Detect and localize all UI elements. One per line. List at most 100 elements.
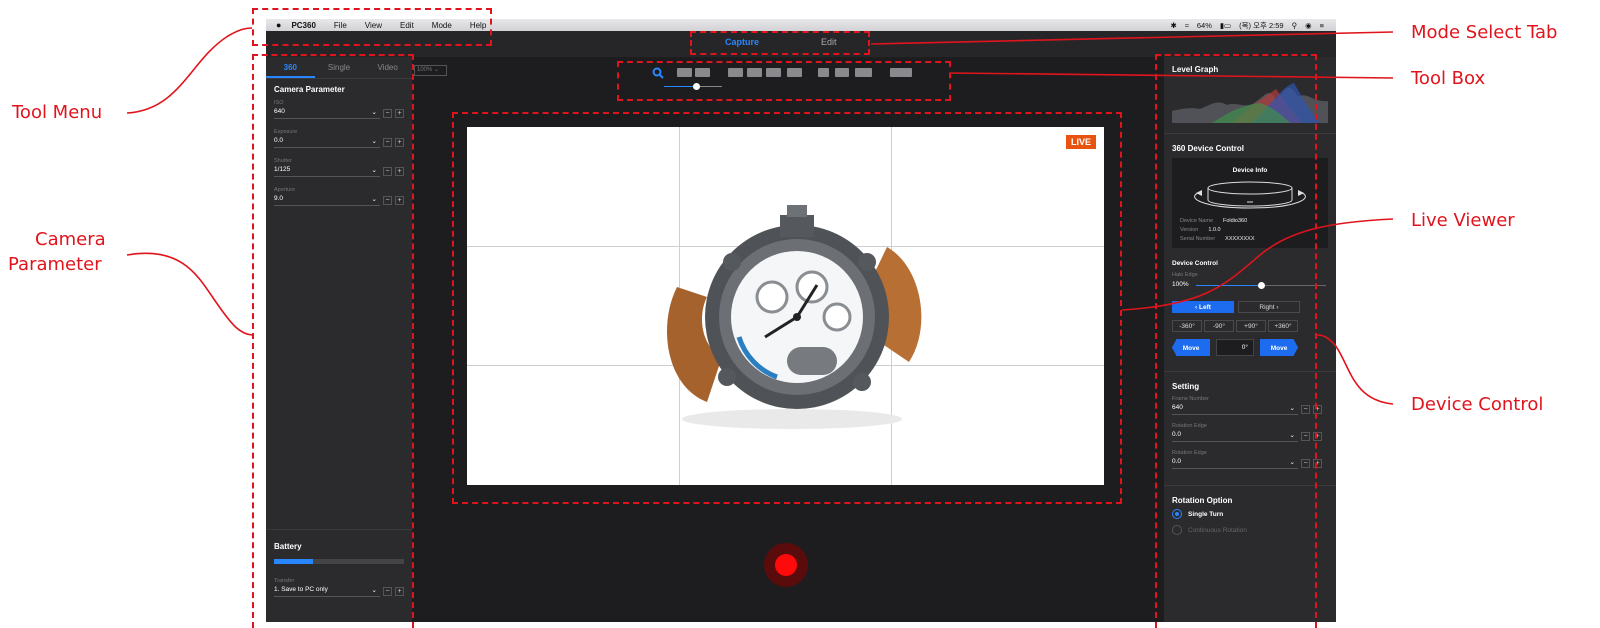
iso-decrease-button[interactable]: − bbox=[383, 109, 392, 118]
record-icon bbox=[775, 554, 797, 576]
param-aperture: Aperture 9.0 ⌄ − + bbox=[274, 187, 404, 206]
chevron-down-icon: ⌄ bbox=[371, 138, 377, 145]
device-info-title: Device Info bbox=[1232, 167, 1268, 174]
split-vertical-icon[interactable] bbox=[677, 68, 692, 77]
rotation-edge-2-decrease-button[interactable]: − bbox=[1301, 459, 1310, 468]
turntable-rotate-icon bbox=[1194, 181, 1306, 209]
chevron-down-icon: ⌄ bbox=[1289, 405, 1295, 412]
menu-mode[interactable]: Mode bbox=[432, 21, 452, 30]
menu-help[interactable]: Help bbox=[470, 21, 486, 30]
exposure-decrease-button[interactable]: − bbox=[383, 138, 392, 147]
record-button[interactable] bbox=[764, 543, 808, 587]
menu-clock[interactable]: (목) 오후 2:59 bbox=[1239, 20, 1283, 31]
aperture-select[interactable]: 9.0 ⌄ bbox=[274, 195, 380, 206]
angle-plus-360-button[interactable]: +360° bbox=[1268, 320, 1298, 332]
setting-frame-number: Frame Number 640 ⌄ − + bbox=[1172, 396, 1322, 415]
angle-minus-360-button[interactable]: -360° bbox=[1172, 320, 1202, 332]
camera-parameter-title: Camera Parameter bbox=[274, 85, 345, 94]
ratio-4-3-icon[interactable] bbox=[835, 68, 849, 77]
menu-view[interactable]: View bbox=[365, 21, 382, 30]
live-badge: LIVE bbox=[1065, 135, 1096, 149]
angle-plus-90-button[interactable]: +90° bbox=[1236, 320, 1266, 332]
tab-edit[interactable]: Edit bbox=[821, 37, 837, 47]
spotlight-search-icon[interactable]: ⚲ bbox=[1292, 21, 1298, 30]
rotation-edge-2-increase-button[interactable]: + bbox=[1313, 459, 1322, 468]
tab-360[interactable]: 360 bbox=[266, 57, 315, 78]
single-turn-label[interactable]: Single Turn bbox=[1188, 511, 1223, 518]
iso-increase-button[interactable]: + bbox=[395, 109, 404, 118]
focus-point-icon[interactable] bbox=[890, 68, 912, 77]
frame-number-select[interactable]: 640 ⌄ bbox=[1172, 404, 1298, 415]
toolbox-slider[interactable] bbox=[664, 83, 722, 90]
transfer-label: Transfer bbox=[274, 578, 295, 584]
tab-video[interactable]: Video bbox=[363, 57, 412, 78]
halo-edge-slider[interactable] bbox=[1196, 282, 1326, 289]
zoom-select[interactable]: 100% ⌄ bbox=[414, 65, 447, 76]
tab-single[interactable]: Single bbox=[315, 57, 364, 78]
setting-label: Rotation Edge bbox=[1172, 450, 1207, 456]
rotation-edge-increase-button[interactable]: + bbox=[1313, 432, 1322, 441]
chevron-down-icon: ⌄ bbox=[371, 196, 377, 203]
param-iso: ISO 640 ⌄ − + bbox=[274, 100, 404, 119]
aperture-increase-button[interactable]: + bbox=[395, 196, 404, 205]
device-control-section: 360 Device Control Device Info Device Na… bbox=[1164, 133, 1336, 371]
rotation-edge-2-select[interactable]: 0.0 ⌄ bbox=[1172, 458, 1298, 469]
slider-fill bbox=[1196, 285, 1261, 286]
slider-handle[interactable] bbox=[1258, 282, 1265, 289]
wifi-icon[interactable]: ≈ bbox=[1185, 21, 1189, 30]
slider-handle[interactable] bbox=[692, 83, 700, 90]
iso-select[interactable]: 640 ⌄ bbox=[274, 108, 380, 119]
grid-cross-icon[interactable] bbox=[787, 68, 802, 77]
live-viewer[interactable]: LIVE bbox=[467, 127, 1104, 485]
angle-input[interactable]: 0° bbox=[1216, 339, 1254, 356]
shutter-select[interactable]: 1/125 ⌄ bbox=[274, 166, 380, 177]
tab-capture[interactable]: Capture bbox=[725, 37, 759, 47]
transfer-decrease-button[interactable]: − bbox=[383, 587, 392, 596]
zoom-magnifier-icon[interactable] bbox=[652, 67, 664, 79]
move-right-button[interactable]: Move bbox=[1260, 339, 1298, 356]
menu-app-name[interactable]: PC360 bbox=[291, 21, 315, 30]
param-label: ISO bbox=[274, 100, 284, 106]
watch-product-image bbox=[667, 205, 922, 429]
annotation-tool-box: Tool Box bbox=[1411, 68, 1486, 89]
transfer-select[interactable]: 1. Save to PC only ⌄ bbox=[274, 586, 380, 597]
device-serial-row: Serial Number XXXXXXXX bbox=[1180, 236, 1255, 242]
param-label: Shutter bbox=[274, 158, 292, 164]
angle-minus-90-button[interactable]: -90° bbox=[1204, 320, 1234, 332]
shutter-decrease-button[interactable]: − bbox=[383, 167, 392, 176]
camera-parameter-section: Camera Parameter ISO 640 ⌄ − + Exposure 0… bbox=[266, 79, 412, 212]
aperture-decrease-button[interactable]: − bbox=[383, 196, 392, 205]
chevron-down-icon: ⌄ bbox=[371, 587, 377, 594]
rotate-right-button[interactable]: Right › bbox=[1238, 301, 1300, 313]
rotate-left-button[interactable]: ‹ Left bbox=[1172, 301, 1234, 313]
menu-edit[interactable]: Edit bbox=[400, 21, 414, 30]
grid-4x4-icon[interactable] bbox=[766, 68, 781, 77]
exposure-select[interactable]: 0.0 ⌄ bbox=[274, 137, 380, 148]
single-turn-radio[interactable] bbox=[1172, 509, 1182, 519]
split-horizontal-icon[interactable] bbox=[695, 68, 710, 77]
battery-percent: 64% bbox=[1196, 20, 1212, 30]
grid-none-icon[interactable] bbox=[728, 68, 743, 77]
apple-icon[interactable]: ● bbox=[276, 20, 281, 30]
rotation-option-title: Rotation Option bbox=[1172, 496, 1233, 505]
battery-icon[interactable]: ▮▭ bbox=[1220, 21, 1231, 30]
grid-3x3-icon[interactable] bbox=[747, 68, 762, 77]
exposure-increase-button[interactable]: + bbox=[395, 138, 404, 147]
notification-list-icon[interactable]: ≡ bbox=[1320, 21, 1324, 30]
rotation-edge-decrease-button[interactable]: − bbox=[1301, 432, 1310, 441]
frame-number-decrease-button[interactable]: − bbox=[1301, 405, 1310, 414]
shutter-increase-button[interactable]: + bbox=[395, 167, 404, 176]
bluetooth-icon[interactable]: ✱ bbox=[1170, 21, 1176, 30]
frame-number-increase-button[interactable]: + bbox=[1313, 405, 1322, 414]
continuous-rotation-radio[interactable] bbox=[1172, 525, 1182, 535]
transfer-increase-button[interactable]: + bbox=[395, 587, 404, 596]
siri-icon[interactable]: ◉ bbox=[1305, 21, 1312, 30]
continuous-rotation-label[interactable]: Continuous Rotation bbox=[1188, 527, 1247, 534]
rotation-edge-select[interactable]: 0.0 ⌄ bbox=[1172, 431, 1298, 442]
move-left-button[interactable]: Move bbox=[1172, 339, 1210, 356]
device-control-subtitle: Device Control bbox=[1172, 260, 1218, 267]
device-name-row: Device Name Foldio360 bbox=[1180, 218, 1248, 224]
menu-file[interactable]: File bbox=[334, 21, 347, 30]
ratio-1-1-icon[interactable] bbox=[818, 68, 829, 77]
ratio-16-9-icon[interactable] bbox=[855, 68, 872, 77]
